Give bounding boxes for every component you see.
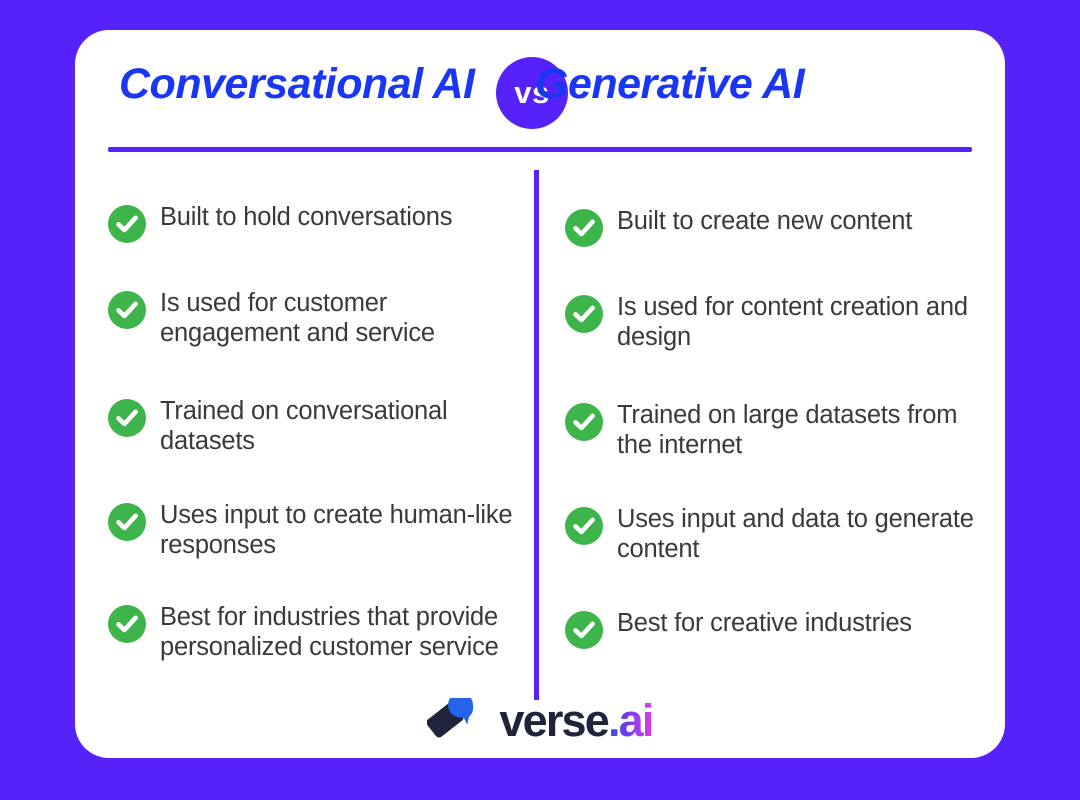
list-item-label: Best for creative industries bbox=[617, 609, 912, 637]
list-item-label: Trained on conversational datasets bbox=[160, 397, 448, 455]
list-item: Trained on conversational datasets bbox=[108, 396, 518, 456]
comparison-card: Conversational AI vs Generative AI Built bbox=[75, 30, 1005, 758]
left-column: Built to hold conversations Is used for … bbox=[108, 160, 518, 662]
list-item: Best for industries that provide persona… bbox=[108, 602, 518, 662]
list-item-label: Is used for content creation and design bbox=[617, 293, 968, 351]
list-item-label: Built to create new content bbox=[617, 207, 913, 235]
check-circle-icon bbox=[108, 205, 146, 243]
list-item: Best for creative industries bbox=[565, 608, 975, 649]
verse-diamond-bubble-icon bbox=[427, 698, 493, 744]
list-item: Trained on large datasets from the inter… bbox=[565, 400, 975, 460]
list-item-label: Is used for customer engagement and serv… bbox=[160, 289, 435, 347]
check-circle-icon bbox=[565, 209, 603, 247]
comparison-columns: Built to hold conversations Is used for … bbox=[75, 160, 1005, 705]
list-item: Is used for content creation and design bbox=[565, 292, 975, 352]
right-column-title: Generative AI bbox=[535, 60, 805, 108]
list-item: Uses input to create human-like response… bbox=[108, 500, 518, 560]
check-circle-icon bbox=[565, 403, 603, 441]
check-circle-icon bbox=[108, 503, 146, 541]
list-item-label: Built to hold conversations bbox=[160, 203, 453, 231]
column-divider bbox=[534, 170, 539, 700]
card-header: Conversational AI vs Generative AI bbox=[75, 30, 1005, 140]
logo-suffix: .ai bbox=[607, 694, 654, 746]
infographic-page: Conversational AI vs Generative AI Built bbox=[0, 0, 1080, 800]
check-circle-icon bbox=[108, 605, 146, 643]
logo-wordmark: verse bbox=[499, 694, 609, 746]
list-item-label: Trained on large datasets from the inter… bbox=[617, 401, 958, 459]
list-item: Built to create new content bbox=[565, 206, 975, 247]
list-item-label: Best for industries that provide persona… bbox=[160, 603, 499, 661]
check-circle-icon bbox=[108, 399, 146, 437]
check-circle-icon bbox=[108, 291, 146, 329]
list-item: Uses input and data to generate content bbox=[565, 504, 975, 564]
left-column-title: Conversational AI bbox=[119, 60, 475, 108]
list-item: Is used for customer engagement and serv… bbox=[108, 288, 518, 348]
check-circle-icon bbox=[565, 507, 603, 545]
list-item: Built to hold conversations bbox=[108, 202, 518, 243]
list-item-label: Uses input to create human-like response… bbox=[160, 501, 513, 559]
check-circle-icon bbox=[565, 295, 603, 333]
list-item-label: Uses input and data to generate content bbox=[617, 505, 974, 563]
right-column: Built to create new content Is used for … bbox=[565, 160, 975, 649]
brand-logo: verse .ai bbox=[75, 685, 1005, 755]
check-circle-icon bbox=[565, 611, 603, 649]
header-divider bbox=[108, 147, 972, 152]
